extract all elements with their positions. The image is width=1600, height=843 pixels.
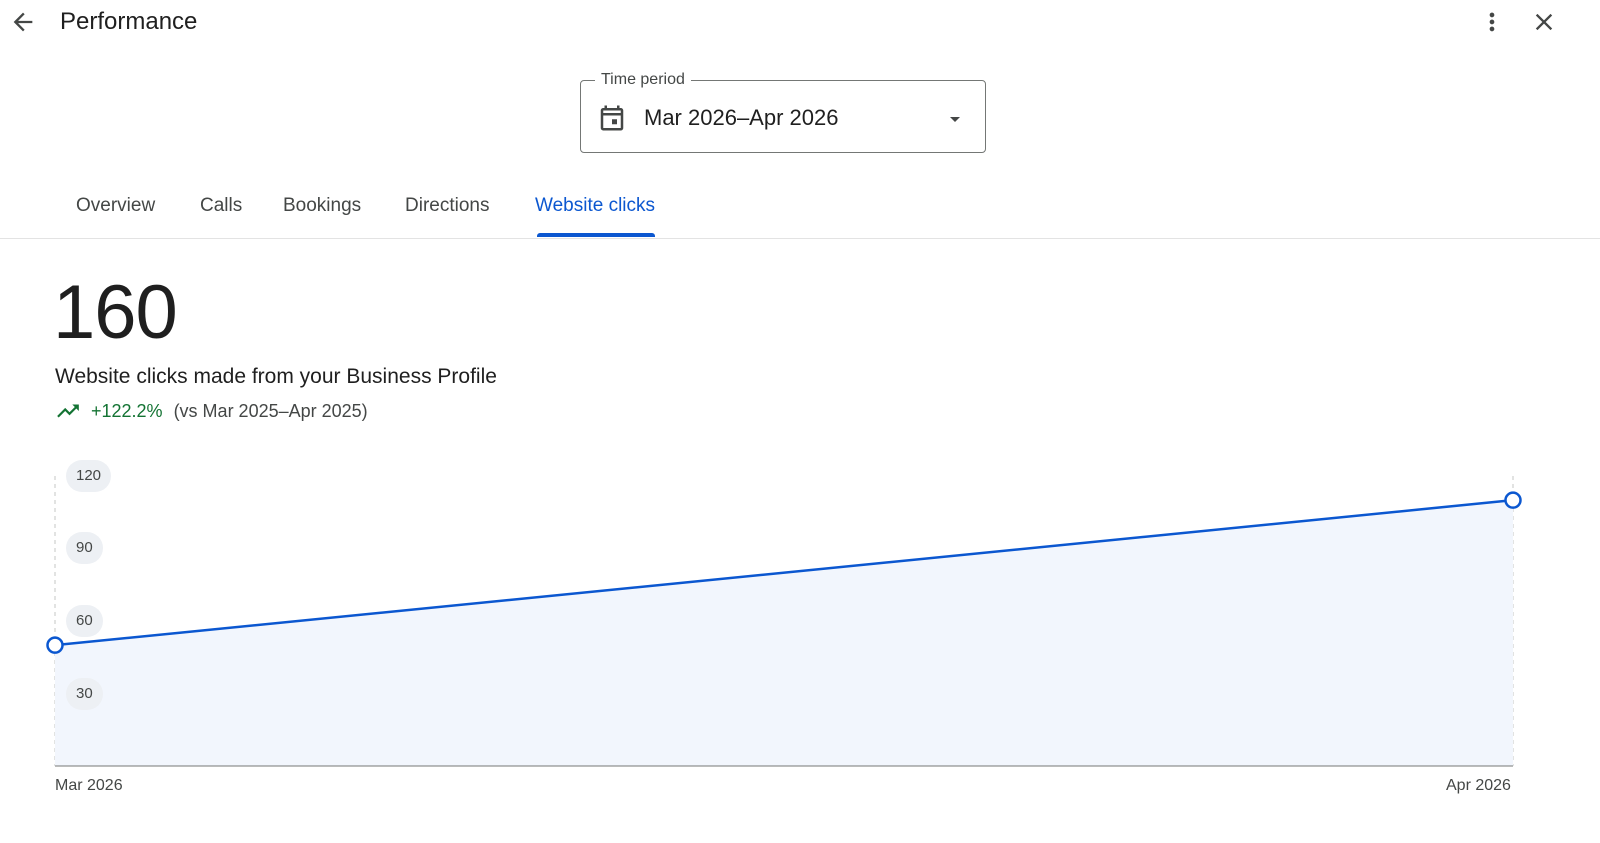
series-area (55, 500, 1513, 766)
header: Performance (0, 0, 1600, 48)
close-icon (1535, 13, 1553, 31)
metric-total: 160 (53, 270, 178, 355)
performance-page: Performance Time period Mar 2026–Apr 202… (0, 0, 1600, 843)
trend-percentage: +122.2% (91, 400, 163, 421)
time-period-value: Mar 2026–Apr 2026 (644, 105, 839, 130)
y-tick-label: 60 (66, 605, 103, 637)
x-tick-label: Apr 2026 (1446, 777, 1511, 794)
calendar-icon (600, 105, 624, 131)
y-tick-label: 30 (66, 678, 103, 710)
dropdown-arrow-icon (950, 117, 960, 122)
time-period-select[interactable]: Time period Mar 2026–Apr 2026 (580, 71, 986, 153)
x-tick-label: Mar 2026 (55, 777, 123, 794)
tab-overview[interactable]: Overview (76, 194, 155, 218)
chart-plot (46, 476, 1522, 767)
y-tick-label: 90 (66, 532, 103, 564)
arrow-back-icon (13, 12, 33, 32)
time-period-label: Time period (595, 71, 691, 89)
metric-description: Website clicks made from your Business P… (55, 365, 497, 388)
tab-calls[interactable]: Calls (200, 194, 242, 218)
back-button[interactable] (6, 4, 40, 40)
close-button[interactable] (1524, 4, 1564, 40)
more-options-button[interactable] (1472, 4, 1512, 40)
website-clicks-chart: 120 90 60 30 Mar 2026 Apr 2026 (0, 440, 1600, 820)
tab-directions[interactable]: Directions (405, 194, 489, 218)
tab-bookings[interactable]: Bookings (283, 194, 361, 218)
more-vert-icon (1489, 12, 1495, 32)
trend-comparison: (vs Mar 2025–Apr 2025) (173, 400, 368, 421)
y-tick-label: 120 (66, 460, 112, 492)
data-point (1504, 491, 1522, 509)
trending-up-icon (57, 404, 79, 418)
tab-bar: Overview Calls Bookings Directions Websi… (0, 180, 1600, 239)
tab-website-clicks[interactable]: Website clicks (535, 194, 655, 218)
data-point (46, 636, 64, 654)
page-title: Performance (60, 8, 198, 35)
active-tab-indicator (537, 233, 655, 237)
trend-row: +122.2% (vs Mar 2025–Apr 2025) (55, 398, 368, 424)
